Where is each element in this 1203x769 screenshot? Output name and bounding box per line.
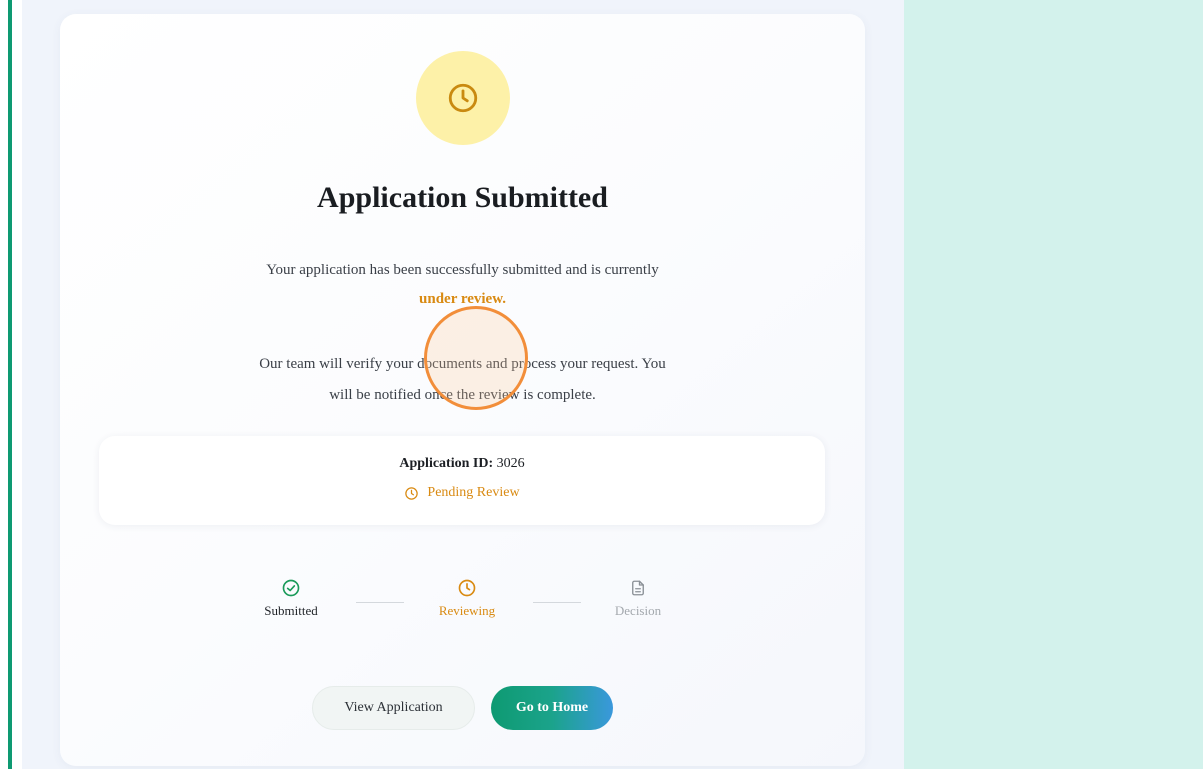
step-reviewing: Reviewing [412,578,522,619]
check-circle-icon [282,579,300,597]
status-description: Your application has been successfully s… [60,256,865,314]
step-connector-2 [533,602,581,603]
status-badge: Pending Review [99,485,825,501]
clock-icon [448,83,478,113]
right-panel [904,0,1203,769]
left-accent-strip [8,0,12,769]
application-id-line: Application ID: 3026 [99,456,825,472]
application-info-box: Application ID: 3026 Pending Review [99,436,825,525]
go-to-home-button[interactable]: Go to Home [491,686,613,730]
clock-icon [458,579,476,597]
application-id-label: Application ID: [399,456,494,471]
step-connector-1 [356,602,404,603]
step-submitted: Submitted [236,578,346,619]
status-icon-circle [416,51,510,145]
step-label-submitted: Submitted [264,603,318,618]
cursor-highlight [424,306,528,410]
step-label-decision: Decision [614,603,662,618]
document-icon [632,580,644,596]
step-label-reviewing: Reviewing [438,603,496,618]
view-application-button[interactable]: View Application [312,686,475,730]
clock-icon [405,486,419,500]
application-id-value: 3026 [496,456,525,471]
description-text: Your application has been successfully s… [266,262,659,278]
status-text: Pending Review [427,485,520,500]
page-title: Application Submitted [317,181,608,214]
step-decision: Decision [583,578,693,619]
